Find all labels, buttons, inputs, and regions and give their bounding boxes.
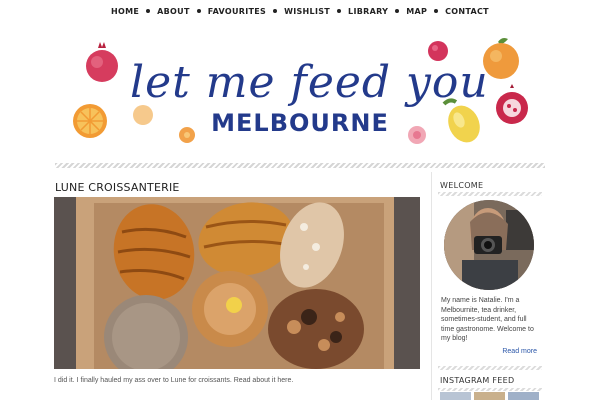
header-divider: [55, 163, 545, 168]
nav-wishlist[interactable]: WISHLIST: [277, 7, 337, 16]
instagram-thumbnail[interactable]: [474, 392, 505, 400]
sidebar-separator: [431, 172, 432, 400]
nav-contact[interactable]: CONTACT: [438, 7, 496, 16]
flower-icon: [179, 127, 195, 143]
instagram-thumbnail[interactable]: [508, 392, 539, 400]
blog-city-title: MELBOURNE: [211, 109, 389, 137]
instagram-thumbnail[interactable]: [440, 392, 471, 400]
read-more-link[interactable]: Read more: [440, 348, 537, 358]
nav-home[interactable]: HOME: [104, 7, 146, 16]
croissant-box-photo[interactable]: [54, 197, 420, 369]
pomegranate-icon: [86, 42, 118, 82]
instagram-heading-rule: [438, 388, 542, 391]
croissant-photo-drawing: [54, 197, 420, 369]
post-excerpt: I did it. I finally hauled my ass over t…: [54, 377, 294, 384]
sidebar-section-rule: [438, 366, 542, 370]
instagram-heading: INSTAGRAM FEED: [440, 376, 515, 385]
nav-library[interactable]: LIBRARY: [341, 7, 395, 16]
pomegranate-half-icon: [496, 84, 528, 124]
author-bio: My name is Natalie. I'm a Melbournite, t…: [441, 297, 534, 342]
author-avatar: [444, 200, 534, 290]
blog-header-banner[interactable]: let me feed you MELBOURNE: [60, 28, 540, 158]
welcome-heading-rule: [438, 192, 542, 196]
nav-about[interactable]: ABOUT: [150, 7, 197, 16]
pink-flower-icon: [408, 126, 426, 144]
post-title[interactable]: LUNE CROISSANTERIE: [55, 181, 425, 195]
author-photo-drawing: [444, 200, 534, 290]
orange-slice-icon: [73, 104, 107, 138]
top-navigation: HOME ABOUT FAVOURITES WISHLIST LIBRARY M…: [0, 0, 600, 22]
nav-map[interactable]: MAP: [399, 7, 434, 16]
nav-favourites[interactable]: FAVOURITES: [201, 7, 273, 16]
